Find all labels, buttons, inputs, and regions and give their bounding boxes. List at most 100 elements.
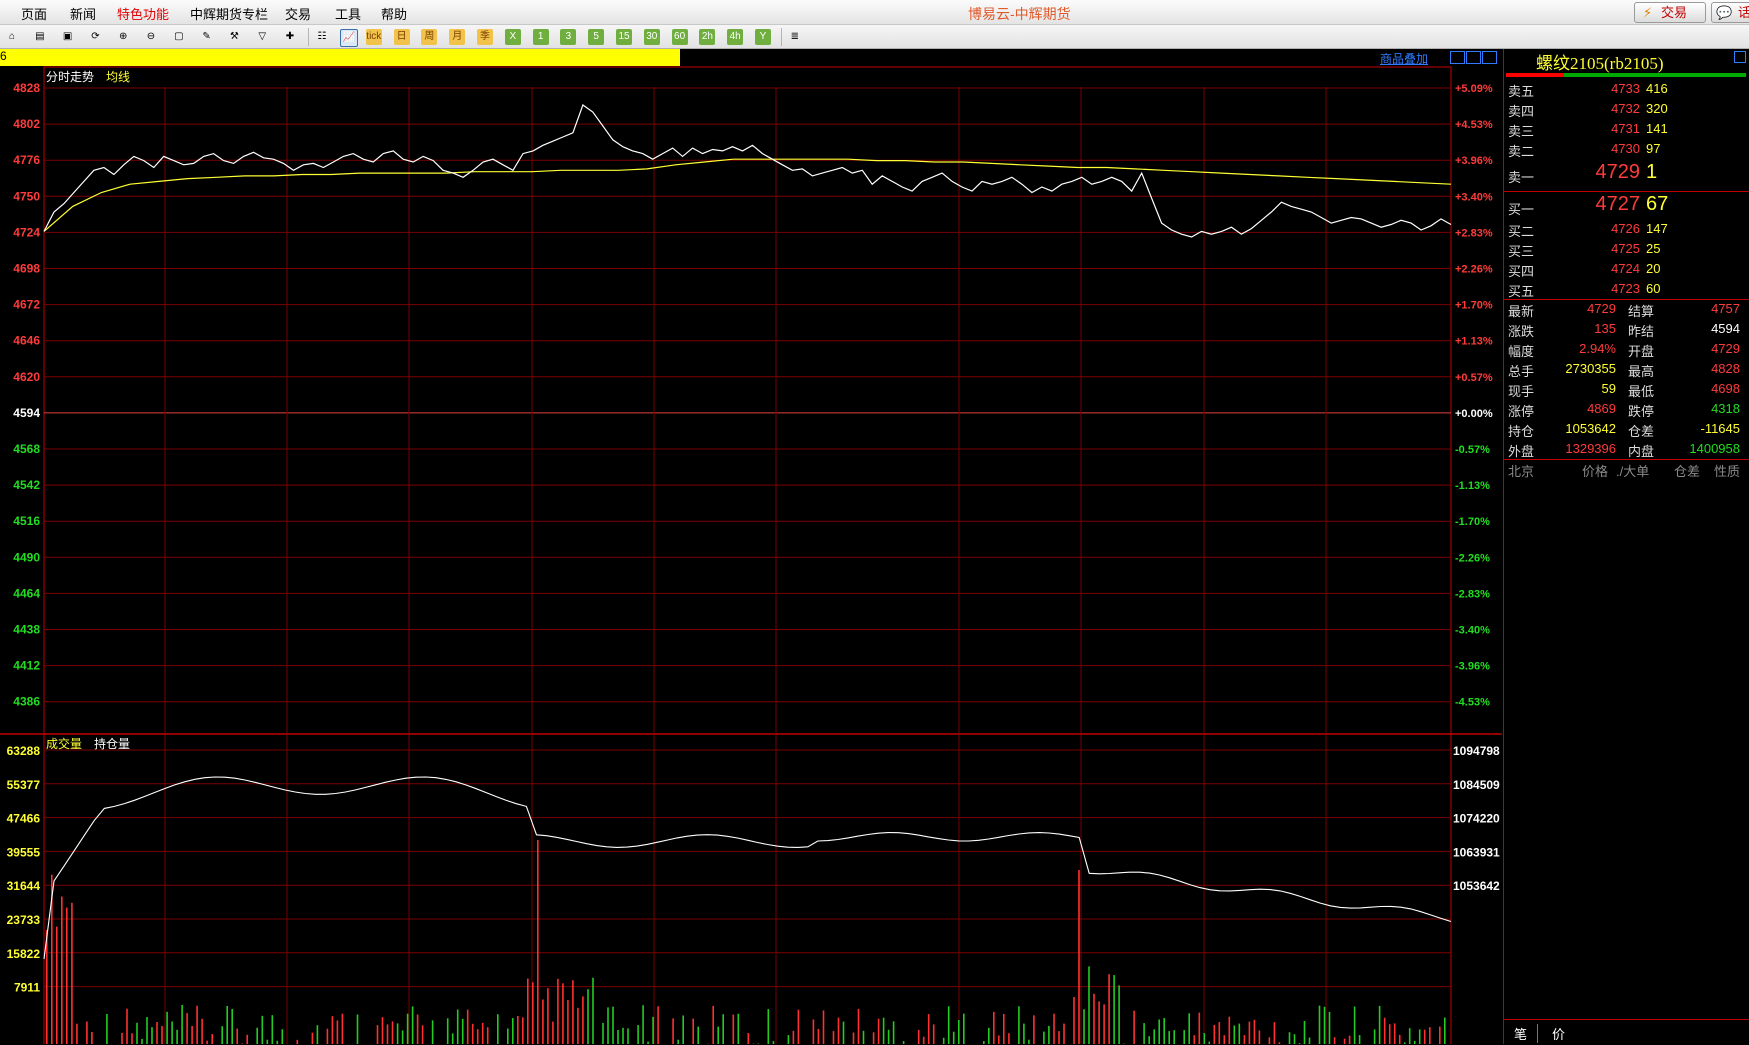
period-日-button[interactable]: 日: [394, 29, 410, 45]
volume-bar: [151, 1027, 153, 1044]
volume-bar: [1214, 1025, 1216, 1044]
volume-bar: [327, 1029, 329, 1044]
intraday-chart[interactable]: 4828+5.09%4802+4.53%4776+3.96%4750+3.40%…: [0, 49, 1502, 1044]
volume-bar: [312, 1033, 314, 1044]
news-icon[interactable]: ▣: [60, 29, 76, 45]
ask-price[interactable]: 4733: [1580, 81, 1640, 96]
volume-bar: [106, 1014, 108, 1044]
bid1-price[interactable]: 4727: [1580, 193, 1640, 216]
chat-button[interactable]: 💬 话: [1711, 2, 1749, 23]
ask-price[interactable]: 4730: [1580, 141, 1640, 156]
bid-price[interactable]: 4724: [1580, 261, 1640, 276]
bid-price[interactable]: 4725: [1580, 241, 1640, 256]
period-3-button[interactable]: 3: [560, 29, 576, 45]
period-15-button[interactable]: 15: [616, 29, 632, 45]
menu-features[interactable]: 特色功能: [117, 4, 169, 23]
pct-axis-label: +0.57%: [1455, 372, 1493, 384]
volume-bar: [692, 1019, 694, 1045]
intraday-chart-icon[interactable]: 📈: [340, 29, 358, 47]
volume-bar: [512, 1018, 514, 1044]
volume-bar: [1349, 1036, 1351, 1044]
ask-price[interactable]: 4731: [1580, 121, 1640, 136]
zoom-in-icon[interactable]: ⊕: [115, 29, 131, 45]
period-2h-button[interactable]: 2h: [699, 29, 715, 45]
filter-icon[interactable]: ▽: [254, 29, 270, 45]
volume-bar: [1083, 1009, 1085, 1044]
menu-help[interactable]: 帮助: [381, 4, 407, 23]
volume-bar: [672, 1018, 674, 1044]
pct-axis-label: +2.83%: [1455, 227, 1493, 239]
price-axis-label: 4646: [13, 334, 40, 348]
volume-bar: [1133, 1011, 1135, 1044]
tick-header-cell: 北京: [1508, 461, 1534, 480]
price-axis-label: 4594: [13, 406, 40, 420]
period-月-button[interactable]: 月: [449, 29, 465, 45]
app-title: 博易云-中辉期货: [968, 4, 1071, 24]
price-axis-label: 4672: [13, 298, 40, 312]
volume-bar: [1048, 1026, 1050, 1044]
period-4h-button[interactable]: 4h: [727, 29, 743, 45]
menu-news[interactable]: 新闻: [70, 4, 96, 23]
tab-price[interactable]: 价: [1552, 1024, 1565, 1043]
period-1-button[interactable]: 1: [533, 29, 549, 45]
panel-toggle-icon[interactable]: [1734, 51, 1746, 63]
stat-value: 4729: [1544, 301, 1616, 316]
volume-bar: [171, 1022, 173, 1045]
ask-price[interactable]: 4732: [1580, 101, 1640, 116]
ask1-price[interactable]: 4729: [1580, 161, 1640, 184]
volume-bar: [267, 1040, 269, 1044]
period-X-button[interactable]: X: [505, 29, 521, 45]
period-5-button[interactable]: 5: [588, 29, 604, 45]
bid-price[interactable]: 4723: [1580, 281, 1640, 296]
period-tick-button[interactable]: tick: [366, 29, 382, 45]
menu-zhonghui-column[interactable]: 中辉期货专栏: [190, 4, 268, 23]
period-Y-button[interactable]: Y: [755, 29, 771, 45]
volume-bar: [126, 1009, 128, 1044]
volume-bar: [71, 903, 73, 1044]
tab-ticks[interactable]: 笔: [1514, 1024, 1538, 1043]
zoom-out-icon[interactable]: ⊖: [143, 29, 159, 45]
tick-header-cell: 性质: [1714, 461, 1740, 480]
stat-label: 外盘: [1508, 441, 1534, 460]
menu-trade[interactable]: 交易: [285, 4, 311, 23]
list-icon[interactable]: ≣: [787, 29, 803, 45]
new-icon[interactable]: ✚: [282, 29, 298, 45]
volume-bar: [1269, 1037, 1271, 1044]
volume-bar: [798, 1010, 800, 1044]
menu-tools[interactable]: 工具: [335, 4, 361, 23]
volume-bar: [392, 1021, 394, 1044]
volume-bar: [56, 927, 58, 1044]
period-30-button[interactable]: 30: [644, 29, 660, 45]
volume-axis-label: 31644: [7, 879, 41, 893]
volume-bar: [181, 1005, 183, 1044]
volume-bar: [1053, 1014, 1055, 1044]
pencil-icon[interactable]: ✎: [199, 29, 215, 45]
volume-bar: [146, 1017, 148, 1044]
pct-axis-label: -2.26%: [1455, 552, 1490, 564]
period-60-button[interactable]: 60: [672, 29, 688, 45]
home-icon[interactable]: ⌂: [4, 29, 20, 45]
stat-label: 涨跌: [1508, 321, 1534, 340]
stat-label: 最低: [1628, 381, 1654, 400]
window-icon[interactable]: ▢: [171, 29, 187, 45]
pct-axis-label: +1.13%: [1455, 336, 1493, 348]
period-季-button[interactable]: 季: [477, 29, 493, 45]
oi-legend: 持仓量: [94, 736, 130, 751]
pct-axis-label: +4.53%: [1455, 119, 1493, 131]
folder-icon[interactable]: ▤: [32, 29, 48, 45]
volume-bar: [1028, 1040, 1030, 1044]
volume-bar: [587, 989, 589, 1044]
table-icon[interactable]: ☷: [314, 29, 330, 45]
volume-bar: [161, 1026, 163, 1044]
volume-bar: [642, 1005, 644, 1044]
period-周-button[interactable]: 周: [421, 29, 437, 45]
tools-icon[interactable]: ⚒: [226, 29, 242, 45]
trade-button[interactable]: ⚡ 交易: [1634, 2, 1706, 23]
pct-axis-label: -3.96%: [1455, 661, 1490, 673]
bid-price[interactable]: 4726: [1580, 221, 1640, 236]
refresh-icon[interactable]: ⟳: [87, 29, 103, 45]
menu-page[interactable]: 页面: [21, 4, 47, 23]
volume-bar: [522, 1017, 524, 1044]
pct-axis-label: -3.40%: [1455, 625, 1490, 637]
stat-label: 涨停: [1508, 401, 1534, 420]
